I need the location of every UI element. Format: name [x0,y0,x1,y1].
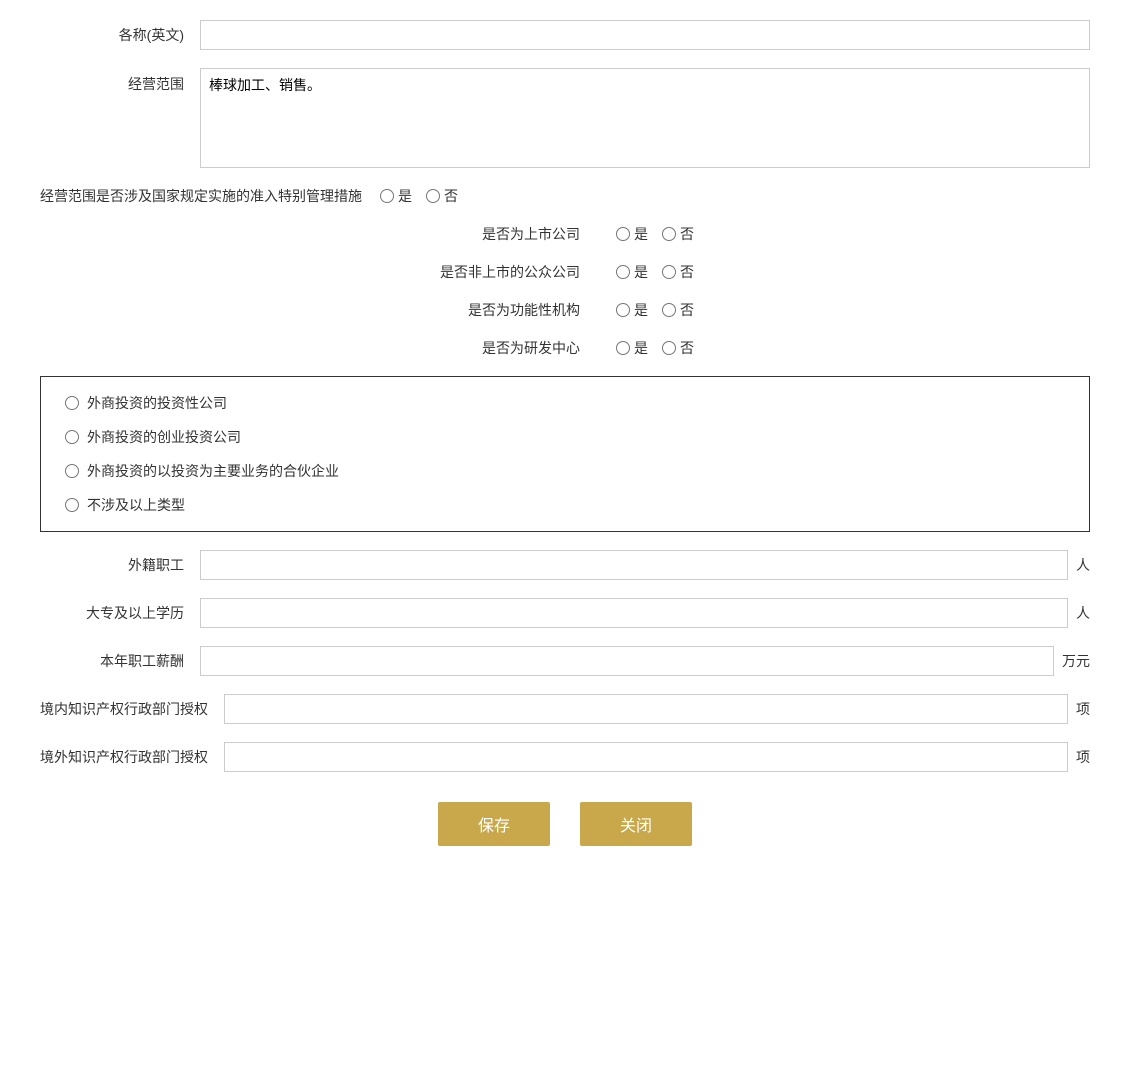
listed-no-option[interactable]: 否 [662,224,694,244]
rd-radio-group: 是 否 [616,338,694,358]
foreign-ip-label: 境外知识产权行政部门授权 [40,747,224,767]
non-listed-yes-label: 是 [634,262,648,282]
special-management-no-radio[interactable] [426,189,440,203]
domestic-ip-input[interactable] [224,694,1068,724]
rd-no-label: 否 [680,338,694,358]
annual-salary-label: 本年职工薪酬 [40,651,200,671]
functional-no-radio[interactable] [662,303,676,317]
special-management-yes-label: 是 [398,186,412,206]
college-education-unit: 人 [1076,603,1090,623]
rd-yes-label: 是 [634,338,648,358]
investment-label-4: 不涉及以上类型 [87,495,185,515]
rd-yes-radio[interactable] [616,341,630,355]
foreign-staff-label: 外籍职工 [40,555,200,575]
functional-yes-option[interactable]: 是 [616,300,648,320]
rd-center-label: 是否为研发中心 [436,338,596,358]
business-scope-textarea[interactable]: 棒球加工、销售。 [200,68,1090,168]
investment-option-3[interactable]: 外商投资的以投资为主要业务的合伙企业 [65,461,1065,481]
foreign-ip-input[interactable] [224,742,1068,772]
investment-option-2[interactable]: 外商投资的创业投资公司 [65,427,1065,447]
investment-radio-4[interactable] [65,498,79,512]
investment-option-1[interactable]: 外商投资的投资性公司 [65,393,1065,413]
listed-yes-label: 是 [634,224,648,244]
special-management-row: 经营范围是否涉及国家规定实施的准入特别管理措施 是 否 [40,186,1090,206]
college-education-row: 大专及以上学历 人 [40,598,1090,628]
rd-center-row: 是否为研发中心 是 否 [40,338,1090,358]
non-listed-yes-radio[interactable] [616,265,630,279]
domestic-ip-label: 境内知识产权行政部门授权 [40,699,224,719]
special-management-yes-option[interactable]: 是 [380,186,412,206]
special-management-no-label: 否 [444,186,458,206]
listed-yes-radio[interactable] [616,227,630,241]
listed-no-radio[interactable] [662,227,676,241]
functional-no-label: 否 [680,300,694,320]
button-row: 保存 关闭 [40,802,1090,846]
foreign-ip-unit: 项 [1076,747,1090,767]
functional-label: 是否为功能性机构 [436,300,596,320]
investment-radio-1[interactable] [65,396,79,410]
close-button[interactable]: 关闭 [580,802,692,846]
listed-company-row: 是否为上市公司 是 否 [40,224,1090,244]
rd-yes-option[interactable]: 是 [616,338,648,358]
special-management-radio-group: 是 否 [380,186,458,206]
save-button[interactable]: 保存 [438,802,550,846]
name-en-label: 各称(英文) [40,25,200,45]
foreign-staff-row: 外籍职工 人 [40,550,1090,580]
listed-yes-option[interactable]: 是 [616,224,648,244]
business-scope-row: 经营范围 棒球加工、销售。 [40,68,1090,168]
annual-salary-row: 本年职工薪酬 万元 [40,646,1090,676]
domestic-ip-row: 境内知识产权行政部门授权 项 [40,694,1090,724]
special-management-yes-radio[interactable] [380,189,394,203]
foreign-ip-row: 境外知识产权行政部门授权 项 [40,742,1090,772]
college-education-input[interactable] [200,598,1068,628]
name-en-input[interactable] [200,20,1090,50]
functional-no-option[interactable]: 否 [662,300,694,320]
investment-radio-2[interactable] [65,430,79,444]
non-listed-no-label: 否 [680,262,694,282]
non-listed-radio-group: 是 否 [616,262,694,282]
non-listed-yes-option[interactable]: 是 [616,262,648,282]
non-listed-public-row: 是否非上市的公众公司 是 否 [40,262,1090,282]
rd-no-radio[interactable] [662,341,676,355]
rd-no-option[interactable]: 否 [662,338,694,358]
investment-type-box: 外商投资的投资性公司 外商投资的创业投资公司 外商投资的以投资为主要业务的合伙企… [40,376,1090,532]
functional-yes-label: 是 [634,300,648,320]
non-listed-no-option[interactable]: 否 [662,262,694,282]
investment-label-3: 外商投资的以投资为主要业务的合伙企业 [87,461,339,481]
functional-radio-group: 是 否 [616,300,694,320]
listed-company-radio-group: 是 否 [616,224,694,244]
annual-salary-input[interactable] [200,646,1054,676]
listed-company-label: 是否为上市公司 [436,224,596,244]
investment-radio-3[interactable] [65,464,79,478]
non-listed-public-label: 是否非上市的公众公司 [436,262,596,282]
name-en-row: 各称(英文) [40,20,1090,50]
foreign-staff-unit: 人 [1076,555,1090,575]
foreign-staff-input[interactable] [200,550,1068,580]
investment-option-4[interactable]: 不涉及以上类型 [65,495,1065,515]
investment-label-1: 外商投资的投资性公司 [87,393,227,413]
business-scope-label: 经营范围 [40,68,200,94]
annual-salary-unit: 万元 [1062,651,1090,671]
special-management-label: 经营范围是否涉及国家规定实施的准入特别管理措施 [40,186,380,206]
special-management-no-option[interactable]: 否 [426,186,458,206]
non-listed-no-radio[interactable] [662,265,676,279]
domestic-ip-unit: 项 [1076,699,1090,719]
functional-row: 是否为功能性机构 是 否 [40,300,1090,320]
college-education-label: 大专及以上学历 [40,603,200,623]
functional-yes-radio[interactable] [616,303,630,317]
form-container: 各称(英文) 经营范围 棒球加工、销售。 经营范围是否涉及国家规定实施的准入特别… [40,20,1090,846]
listed-no-label: 否 [680,224,694,244]
investment-label-2: 外商投资的创业投资公司 [87,427,241,447]
